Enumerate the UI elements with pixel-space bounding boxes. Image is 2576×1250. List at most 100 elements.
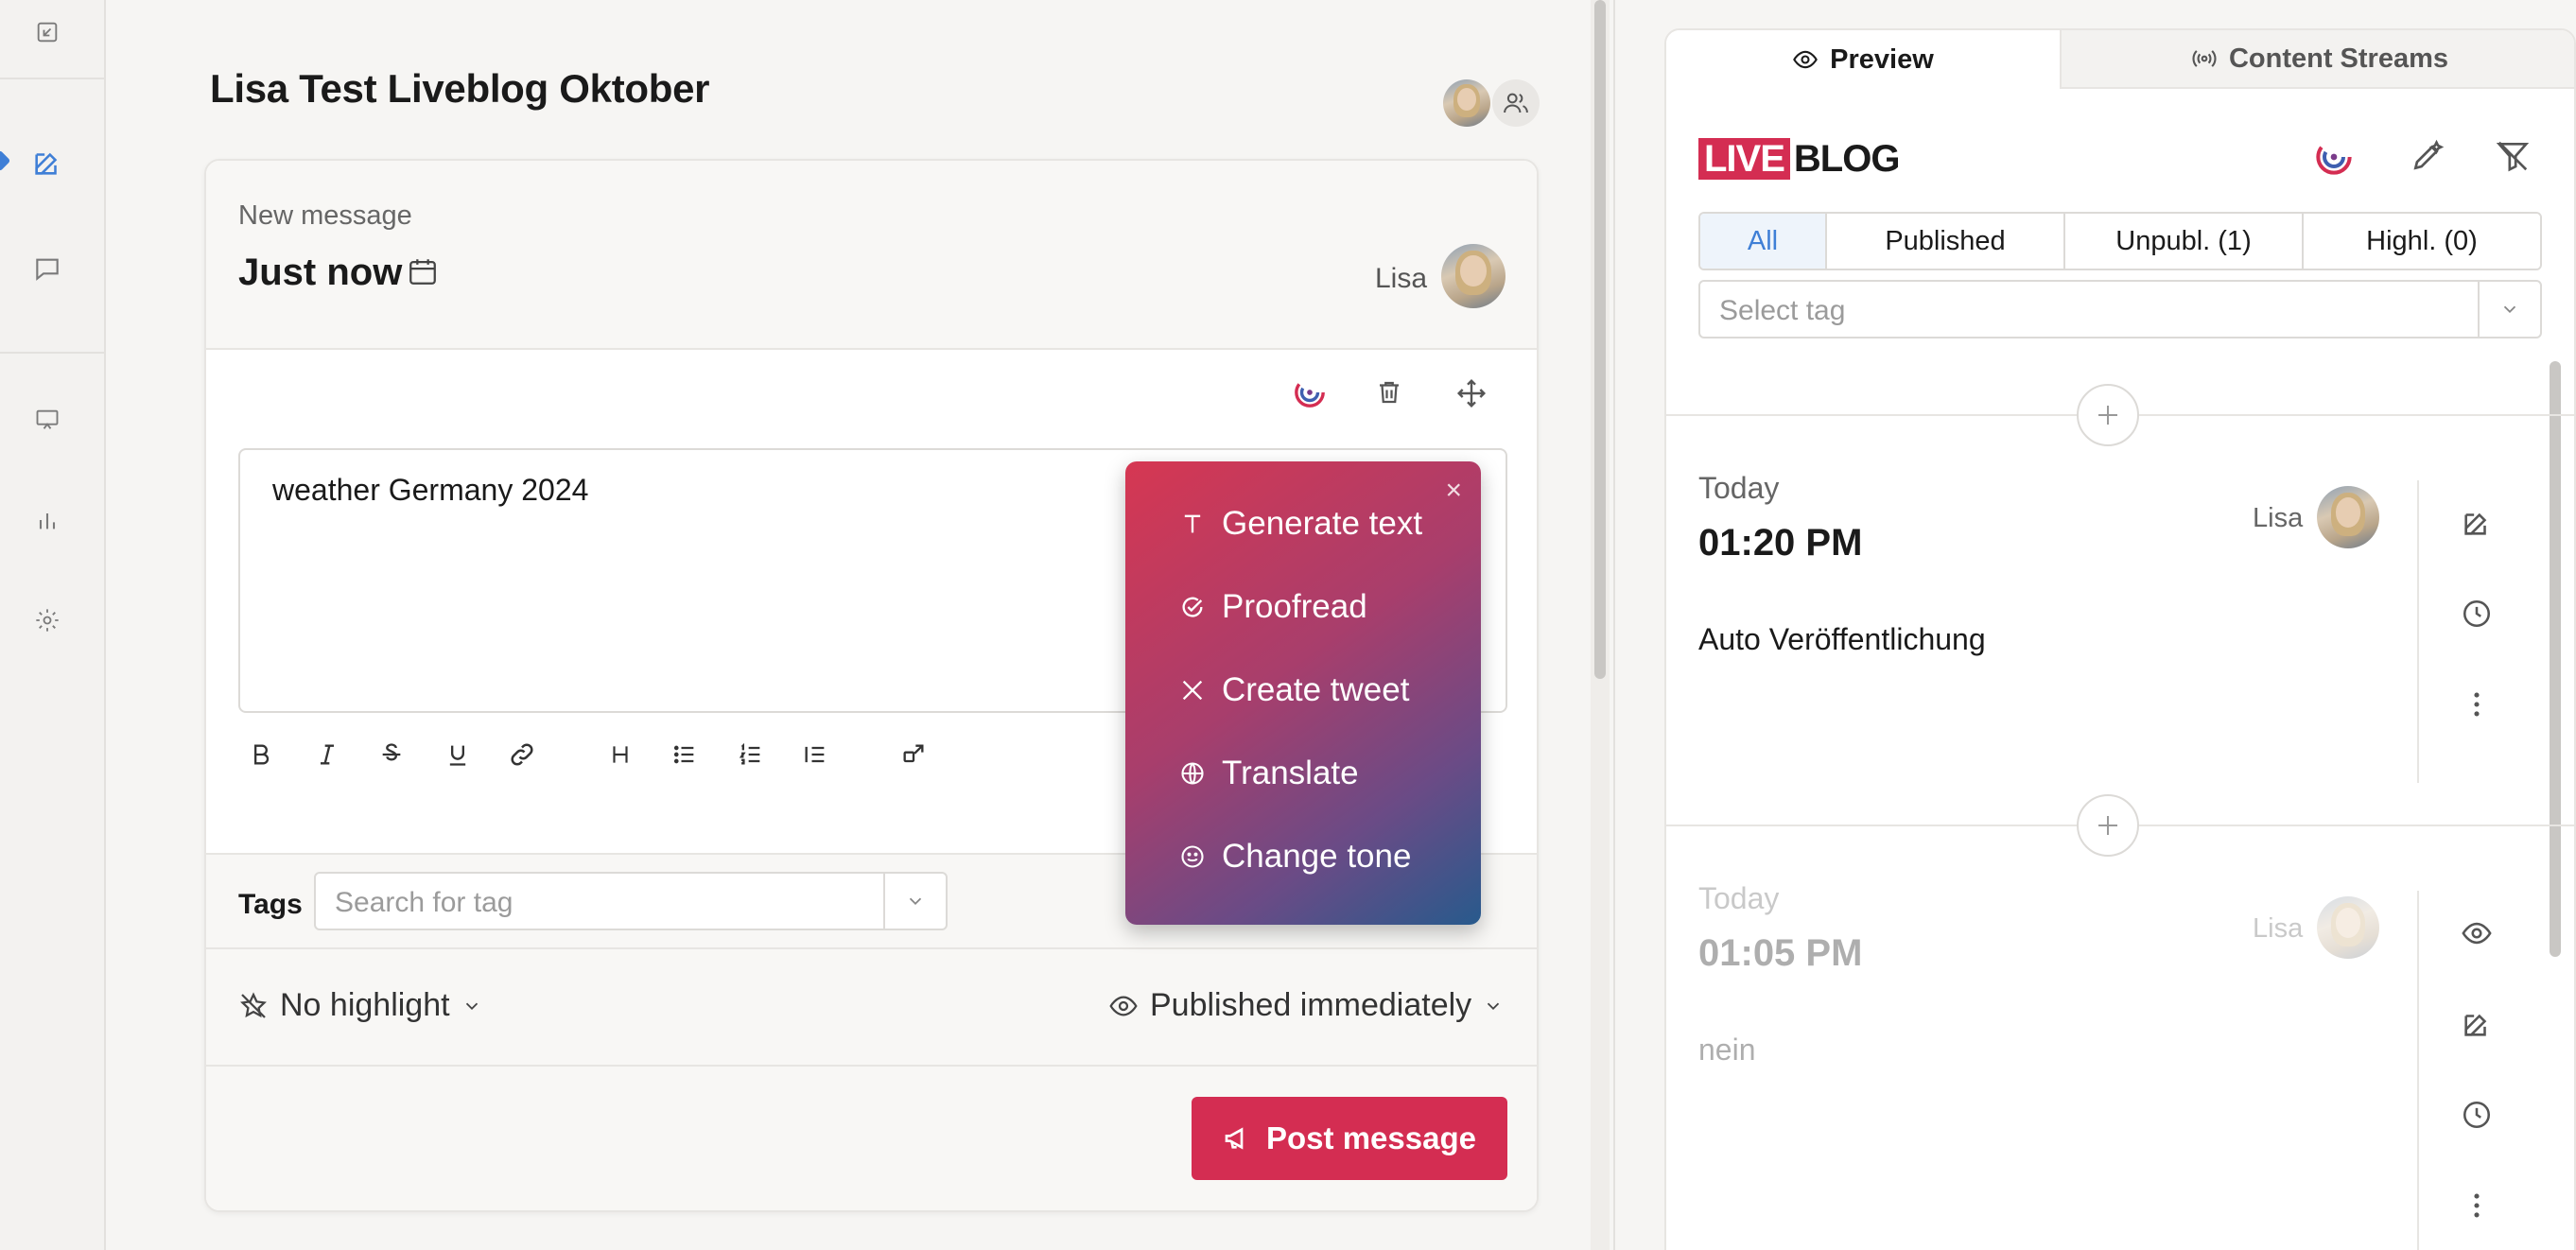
broadcast-icon <box>2192 50 2217 67</box>
ai-item-label: Generate text <box>1222 505 1423 542</box>
author-avatar <box>1441 244 1506 308</box>
post-author: Lisa <box>2253 503 2304 533</box>
tab-preview[interactable]: Preview <box>1666 30 2060 89</box>
ai-translate[interactable]: Translate <box>1178 755 1359 792</box>
check-circle-icon <box>1178 593 1207 621</box>
tab-label: Preview <box>1830 43 1934 75</box>
italic-icon[interactable] <box>308 736 346 773</box>
post-author: Lisa <box>2253 913 2304 944</box>
eye-icon <box>1793 50 1819 69</box>
star-off-icon <box>240 991 267 1018</box>
ai-change-tone[interactable]: Change tone <box>1178 838 1411 876</box>
plus-icon <box>2098 406 2117 425</box>
edit-nav-icon[interactable] <box>28 144 66 182</box>
heading-icon[interactable] <box>601 736 639 773</box>
globe-icon <box>1178 759 1207 788</box>
more-icon[interactable] <box>2461 688 2493 720</box>
author-name: Lisa <box>1375 263 1428 294</box>
avatar <box>1443 79 1490 127</box>
calendar-icon[interactable] <box>407 255 439 287</box>
liveblog-logo: LIVE BLOG <box>1698 138 1900 180</box>
editor-header: New message Just now Lisa <box>206 161 1537 350</box>
message-text-value: weather Germany 2024 <box>272 473 589 507</box>
ai-assistant-menu: × Generate text Proofread Create tweet T… <box>1125 461 1481 925</box>
select-tag-dropdown[interactable]: Select tag <box>1698 280 2542 339</box>
users-icon <box>1504 93 1528 113</box>
ai-create-tweet[interactable]: Create tweet <box>1178 671 1409 709</box>
collaborators-button[interactable] <box>1492 79 1540 127</box>
x-logo-icon <box>1178 676 1207 704</box>
bullet-list-icon[interactable] <box>666 736 704 773</box>
smiley-icon <box>1178 842 1207 871</box>
pen-sparkle-icon[interactable] <box>2410 138 2445 174</box>
eye-icon[interactable] <box>2461 917 2493 949</box>
insert-post-button[interactable] <box>2077 384 2139 446</box>
chevron-down-icon <box>465 1002 478 1010</box>
post-body: Auto Veröffentlichung <box>1698 622 1986 656</box>
panel-divider <box>1613 0 1615 1250</box>
highlight-dropdown[interactable]: No highlight <box>238 987 482 1024</box>
ai-swirl-icon[interactable] <box>2315 138 2353 176</box>
post-options-row: No highlight Published immediately <box>206 949 1537 1067</box>
message-time[interactable]: Just now <box>238 252 402 294</box>
post-message-label: Post message <box>1266 1120 1476 1155</box>
scrollbar-thumb[interactable] <box>1594 0 1606 679</box>
tag-search-input[interactable]: Search for tag <box>314 872 948 930</box>
link-icon[interactable] <box>503 736 541 773</box>
new-message-label: New message <box>238 200 412 231</box>
trash-icon[interactable] <box>1375 378 1403 407</box>
text-icon <box>1178 510 1207 538</box>
clock-icon[interactable] <box>2461 1099 2493 1131</box>
strikethrough-icon[interactable] <box>373 736 410 773</box>
post-avatar <box>2317 896 2379 959</box>
edit-icon[interactable] <box>2461 507 2493 539</box>
ai-swirl-icon <box>1295 377 1325 408</box>
filter-highlighted[interactable]: Highl. (0) <box>2302 214 2540 269</box>
tab-content-streams[interactable]: Content Streams <box>2060 30 2574 89</box>
ai-item-label: Create tweet <box>1222 671 1410 708</box>
ai-item-label: Proofread <box>1222 588 1367 625</box>
post-day: Today <box>1698 471 1780 505</box>
publish-label: Published immediately <box>1150 987 1472 1023</box>
filter-published[interactable]: Published <box>1825 214 2063 269</box>
filter-all[interactable]: All <box>1700 214 1825 269</box>
post-time: 01:20 PM <box>1698 522 1863 564</box>
stats-nav-icon[interactable] <box>28 501 66 539</box>
filter-unpublished[interactable]: Unpubl. (1) <box>2063 214 2302 269</box>
chevron-down-icon[interactable] <box>883 874 946 929</box>
bold-icon[interactable] <box>242 736 280 773</box>
blockquote-icon[interactable] <box>796 736 834 773</box>
underline-icon[interactable] <box>439 736 477 773</box>
more-icon[interactable] <box>2461 1189 2493 1222</box>
tags-label: Tags <box>238 889 303 920</box>
post-filter-tabs: All Published Unpubl. (1) Highl. (0) <box>1698 212 2542 270</box>
ai-generate-text[interactable]: Generate text <box>1178 505 1422 543</box>
ai-assistant-button[interactable] <box>1294 376 1326 408</box>
left-rail <box>0 0 106 1250</box>
filter-icon[interactable] <box>2495 138 2531 174</box>
preview-scrollbar[interactable] <box>2550 361 2561 957</box>
settings-nav-icon[interactable] <box>28 601 66 639</box>
close-icon[interactable]: × <box>1445 477 1462 505</box>
chevron-down-icon[interactable] <box>2478 282 2540 337</box>
eye-icon <box>1109 996 1138 1016</box>
ai-item-label: Translate <box>1222 755 1359 791</box>
post-message-button[interactable]: Post message <box>1192 1097 1507 1180</box>
insert-post-button[interactable] <box>2077 794 2139 857</box>
publish-dropdown[interactable]: Published immediately <box>1108 987 1504 1024</box>
clock-icon[interactable] <box>2461 598 2493 630</box>
embed-icon[interactable] <box>895 736 932 773</box>
active-indicator <box>0 149 11 172</box>
post-day: Today <box>1698 881 1780 915</box>
presentation-nav-icon[interactable] <box>28 401 66 439</box>
comments-nav-icon[interactable] <box>28 250 66 287</box>
ai-proofread[interactable]: Proofread <box>1178 588 1367 626</box>
post-body: nein <box>1698 1033 1756 1067</box>
numbered-list-icon[interactable] <box>732 736 770 773</box>
collapse-icon[interactable] <box>28 13 66 51</box>
page-title: Lisa Test Liveblog Oktober <box>210 66 710 111</box>
highlight-label: No highlight <box>280 987 450 1023</box>
edit-icon[interactable] <box>2461 1008 2493 1040</box>
move-icon[interactable] <box>1456 378 1487 408</box>
post-time: 01:05 PM <box>1698 932 1863 974</box>
